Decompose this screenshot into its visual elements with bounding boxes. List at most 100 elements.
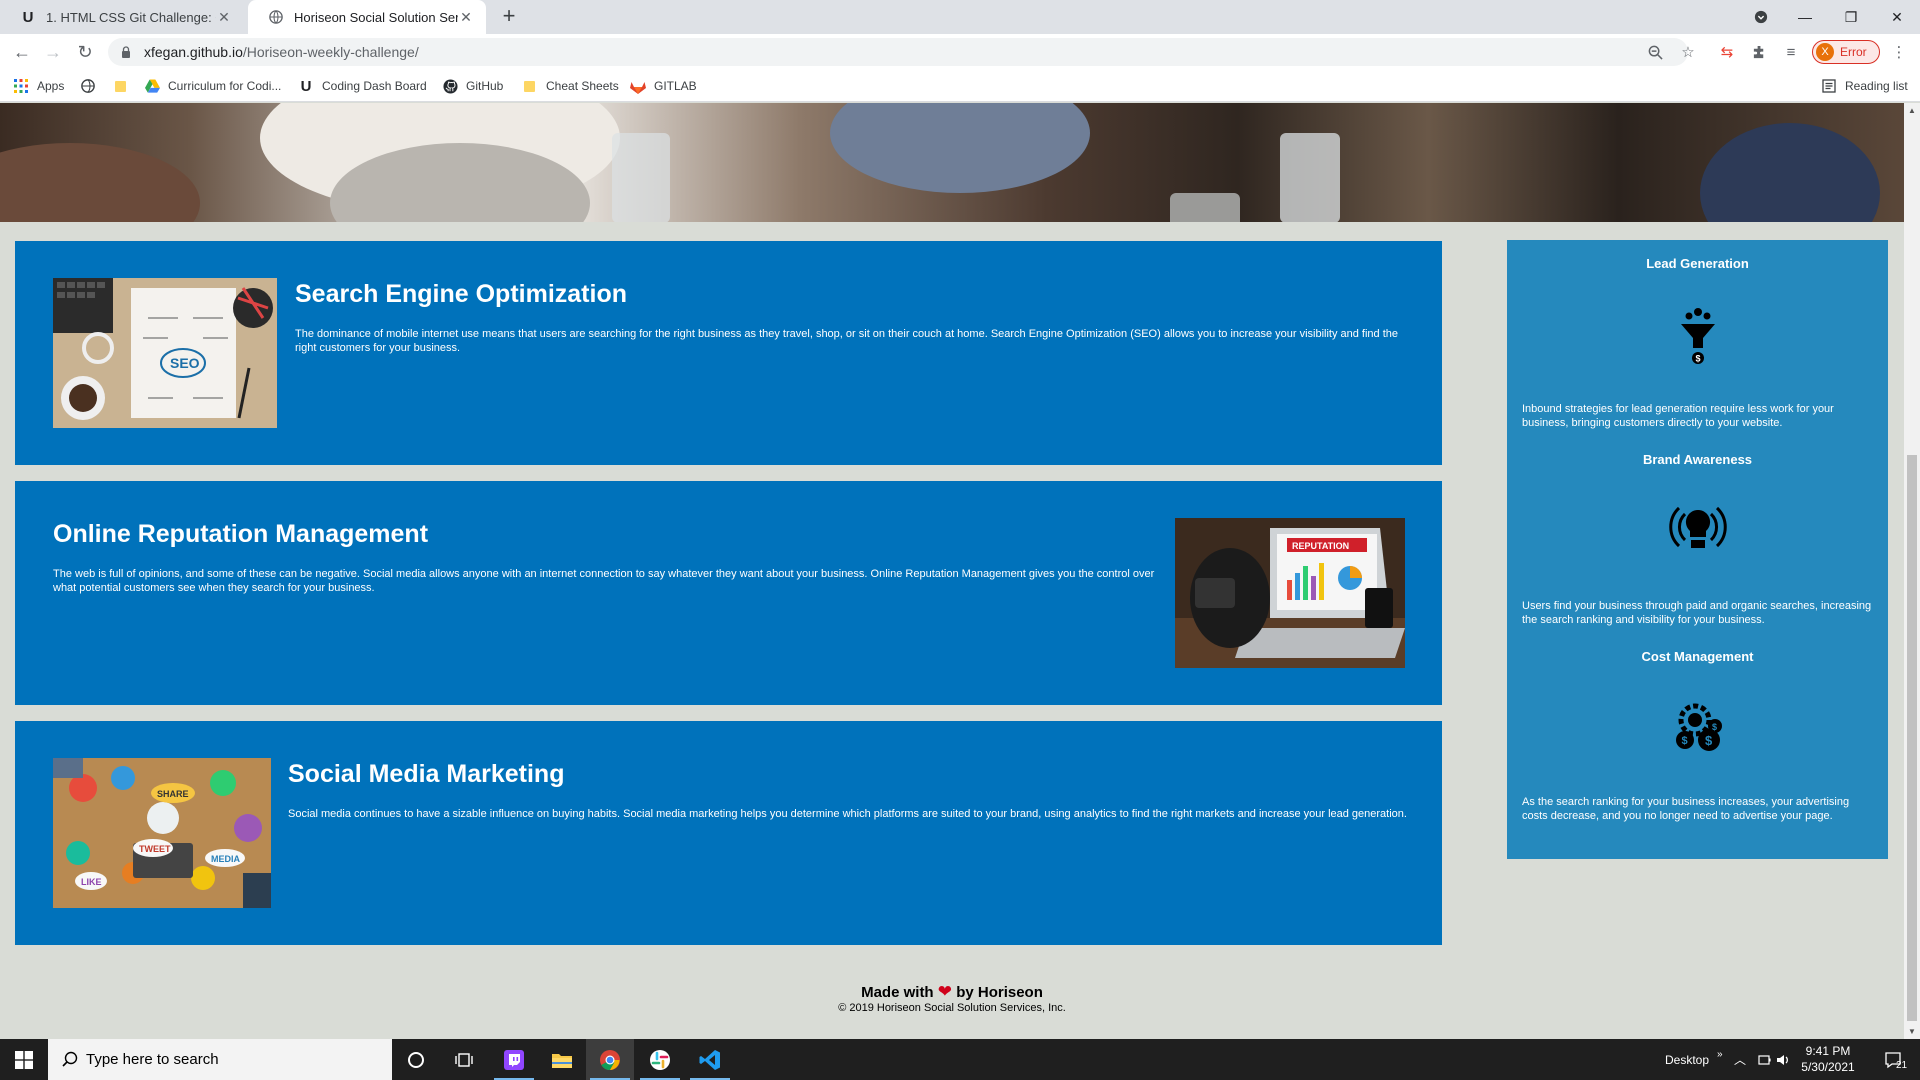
- bookmark-label: Apps: [37, 79, 65, 93]
- browser-toolbar: ← → ↻ xfegan.github.io/Horiseon-weekly-c…: [0, 34, 1920, 70]
- scroll-up-icon[interactable]: ▲: [1908, 106, 1916, 115]
- extensions-puzzle-icon[interactable]: [1750, 43, 1768, 61]
- volume-icon[interactable]: [1775, 1039, 1791, 1080]
- restore-button[interactable]: ❐: [1828, 0, 1874, 34]
- kebab-menu-icon[interactable]: ⋮: [1890, 43, 1908, 61]
- reload-button[interactable]: ↻: [73, 40, 97, 64]
- taskbar-app-twitch[interactable]: [490, 1039, 538, 1080]
- social-media-image: SHARE TWEET LIKE MEDIA: [53, 758, 271, 908]
- gitlab-icon: [630, 78, 646, 94]
- cortana-button[interactable]: [392, 1039, 440, 1080]
- tab-title: 1. HTML CSS Git Challenge: Code: [46, 9, 216, 25]
- desktop-toolbar[interactable]: Desktop »: [1665, 1039, 1723, 1080]
- show-hidden-icons-button[interactable]: ︿: [1734, 1039, 1746, 1080]
- reading-list-button[interactable]: Reading list: [1821, 77, 1908, 95]
- footer-made-prefix: Made with: [861, 984, 934, 1001]
- profile-error-button[interactable]: X Error: [1812, 40, 1880, 64]
- taskbar-app-vscode[interactable]: [686, 1039, 734, 1080]
- tab-horiseon[interactable]: Horiseon Social Solution Services ✕: [248, 0, 486, 34]
- cortana-circle-icon: [408, 1051, 424, 1068]
- footer-made-with: Made with ❤ by Horiseon: [0, 982, 1904, 1002]
- forward-button[interactable]: →: [41, 40, 65, 64]
- globe-icon: [80, 78, 96, 94]
- svg-text:$: $: [1705, 733, 1713, 748]
- close-icon[interactable]: ✕: [216, 9, 232, 26]
- bookmark-globe[interactable]: [80, 77, 104, 95]
- new-tab-button[interactable]: +: [496, 4, 522, 30]
- taskbar-app-slack[interactable]: [636, 1039, 684, 1080]
- address-bar[interactable]: xfegan.github.io/Horiseon-weekly-challen…: [108, 38, 1688, 66]
- chevron-more-icon: »: [1717, 1049, 1723, 1060]
- battery-icon[interactable]: [1757, 1039, 1773, 1080]
- service-card-reputation: Online Reputation Management The web is …: [15, 481, 1442, 705]
- social-image-text: MEDIA: [211, 854, 241, 864]
- broadcast-bulb-icon: [1669, 506, 1727, 548]
- benefits-sidebar: Lead Generation $ Inbound strategies for…: [1507, 240, 1888, 859]
- apps-grid-icon: [13, 78, 29, 94]
- close-icon[interactable]: ✕: [458, 9, 474, 26]
- scroll-down-icon[interactable]: ▼: [1908, 1027, 1916, 1036]
- heart-icon: ❤: [937, 982, 953, 1001]
- media-queue-icon[interactable]: ≡: [1782, 43, 1800, 61]
- clock-date: 5/30/2021: [1801, 1060, 1855, 1074]
- service-text: The dominance of mobile internet use mea…: [295, 328, 1399, 354]
- windows-taskbar: Type here to search Desktop » ︿ 9:41 PM …: [0, 1039, 1920, 1080]
- social-image-text: SHARE: [157, 789, 189, 799]
- windows-start-button[interactable]: [0, 1039, 48, 1080]
- vscode-icon: [699, 1049, 720, 1070]
- extension-icon[interactable]: ⇆: [1718, 43, 1736, 61]
- search-icon: [62, 1051, 78, 1067]
- taskbar-app-file-explorer[interactable]: [538, 1039, 586, 1080]
- task-view-icon: [455, 1052, 473, 1067]
- slack-icon: [650, 1049, 670, 1070]
- bookmark-github[interactable]: GitHub: [442, 77, 503, 95]
- back-button[interactable]: ←: [10, 40, 34, 64]
- bookmark-coding-dash-board[interactable]: U Coding Dash Board: [298, 77, 427, 95]
- page-scrollbar[interactable]: ▲ ▼: [1904, 103, 1920, 1039]
- chevron-up-icon: ︿: [1734, 1053, 1747, 1067]
- bookmark-cheat-sheets[interactable]: Cheat Sheets: [522, 77, 619, 95]
- u-logo-icon: U: [300, 77, 312, 95]
- bookmark-gitlab[interactable]: GITLAB: [630, 77, 697, 95]
- lock-icon: [122, 46, 130, 58]
- bookmark-label: GitHub: [466, 79, 504, 93]
- bookmark-star-icon[interactable]: ☆: [1679, 43, 1697, 61]
- service-text: The web is full of opinions, and some of…: [53, 568, 1155, 594]
- bookmark-apps[interactable]: Apps: [13, 77, 64, 95]
- bookmark-folder[interactable]: [113, 77, 137, 95]
- desktop-label: Desktop: [1665, 1052, 1710, 1067]
- benefit-title: Brand Awareness: [1642, 452, 1753, 467]
- profile-status: Error: [1840, 45, 1867, 59]
- url-host: xfegan.github.io: [144, 44, 243, 60]
- seo-image: SEO: [53, 278, 277, 428]
- close-window-button[interactable]: ✕: [1874, 0, 1920, 34]
- tab-html-css-challenge[interactable]: U 1. HTML CSS Git Challenge: Code ✕: [0, 0, 244, 34]
- taskbar-app-chrome[interactable]: [586, 1039, 634, 1080]
- gear-dollar-icon: $ $ $: [1676, 703, 1722, 751]
- folder-icon: [522, 78, 538, 94]
- footer-copyright: © 2019 Horiseon Social Solution Services…: [838, 1002, 1066, 1014]
- globe-icon: [268, 9, 284, 25]
- system-clock[interactable]: 9:41 PM 5/30/2021: [1790, 1043, 1866, 1075]
- zoom-icon[interactable]: [1646, 43, 1664, 61]
- seo-image-text: SEO: [170, 355, 200, 371]
- service-card-seo: SEO Search Engine Optimization The domin…: [15, 241, 1442, 465]
- chrome-icon: [600, 1049, 620, 1070]
- reading-list-icon: [1821, 78, 1837, 94]
- benefit-text: As the search ranking for your business …: [1522, 796, 1850, 822]
- service-title: Search Engine Optimization: [295, 280, 627, 308]
- bookmark-label: GITLAB: [654, 79, 697, 93]
- minimize-button[interactable]: —: [1782, 0, 1828, 34]
- svg-text:$: $: [1712, 722, 1717, 732]
- benefit-text: Inbound strategies for lead generation r…: [1522, 403, 1834, 429]
- taskbar-search-box[interactable]: Type here to search: [48, 1039, 392, 1080]
- windows-logo-icon: [15, 1050, 33, 1069]
- scrollbar-thumb[interactable]: [1907, 455, 1917, 1021]
- avatar: X: [1816, 43, 1834, 61]
- task-view-button[interactable]: [440, 1039, 488, 1080]
- notification-center-button[interactable]: 21: [1884, 1039, 1907, 1080]
- url-path: /Horiseon-weekly-challenge/: [242, 44, 419, 60]
- funnel-icon: $: [1681, 308, 1715, 364]
- bookmark-curriculum[interactable]: Curriculum for Codi...: [144, 77, 281, 95]
- tab-search-icon[interactable]: [1738, 0, 1784, 34]
